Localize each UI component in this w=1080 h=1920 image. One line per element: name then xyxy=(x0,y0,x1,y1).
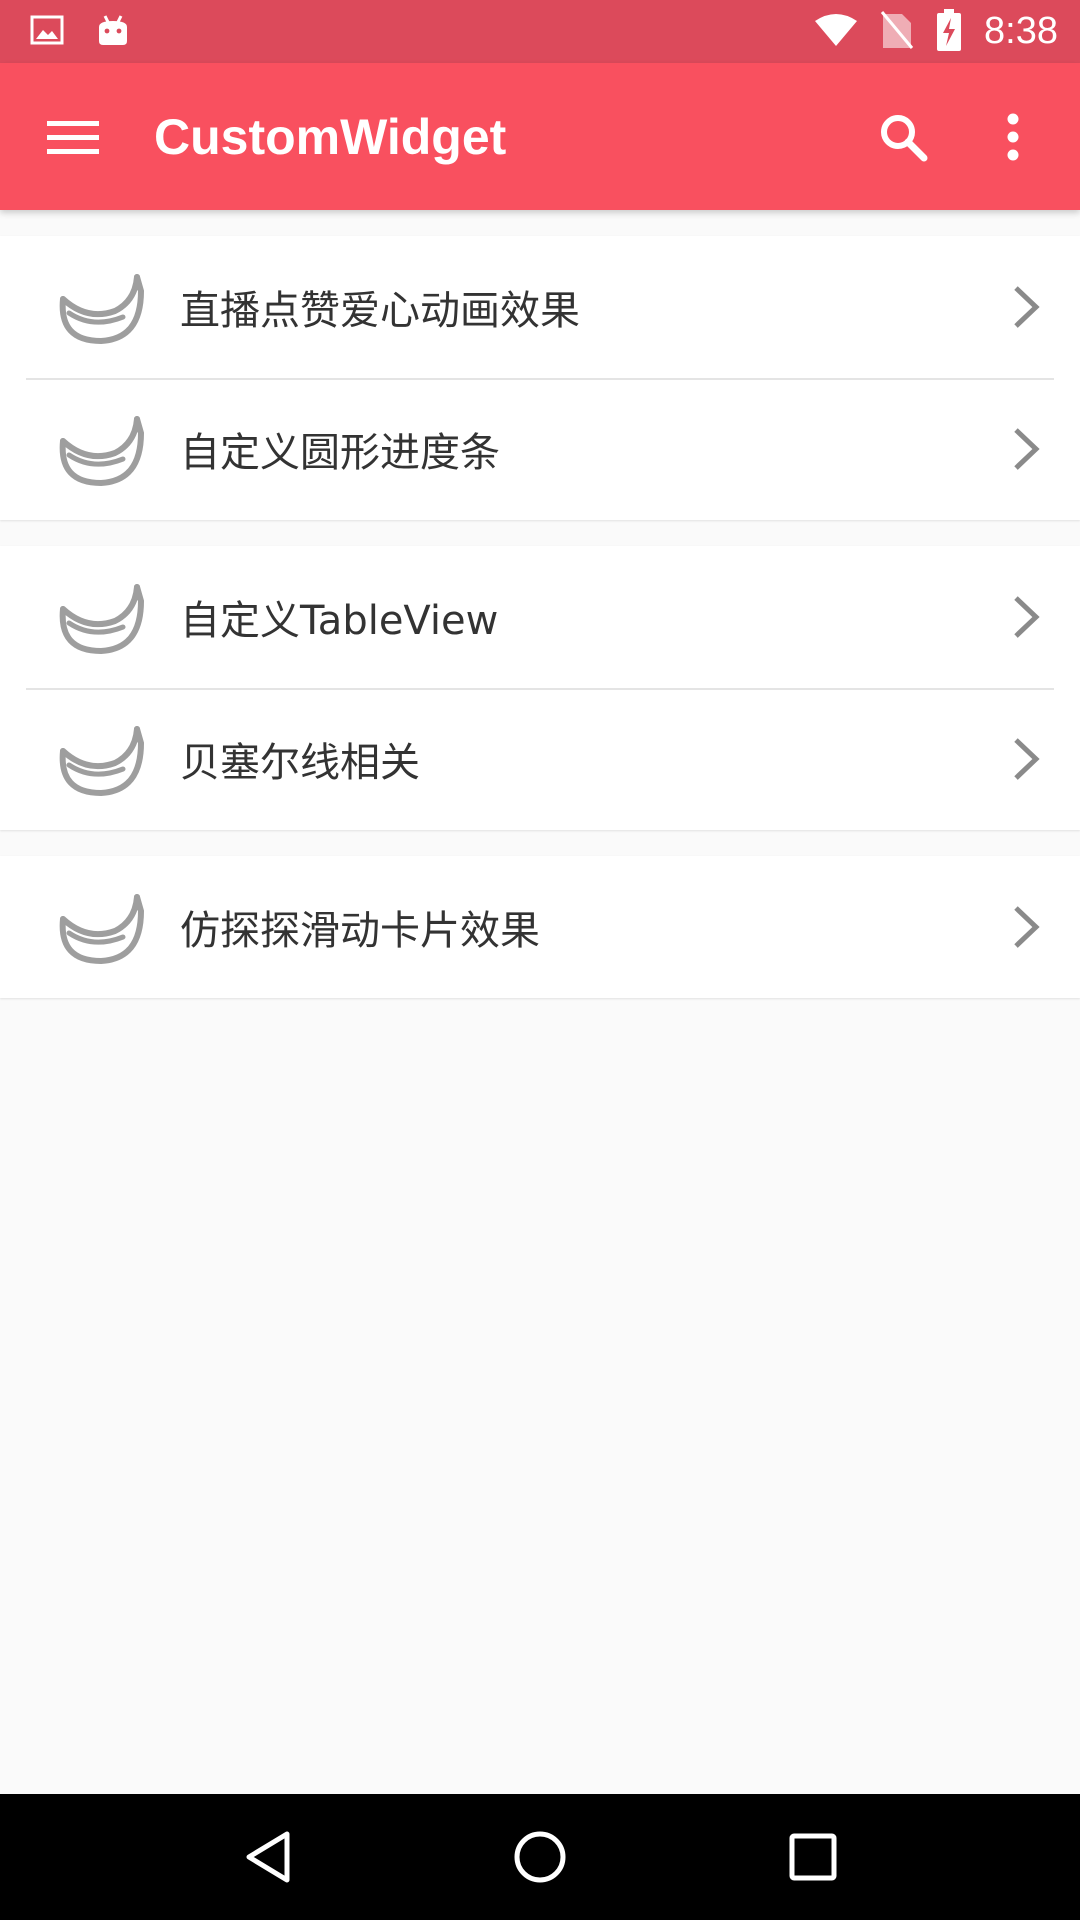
banana-icon xyxy=(52,572,152,662)
search-icon[interactable] xyxy=(848,82,958,192)
list-item[interactable]: 直播点赞爱心动画效果 xyxy=(0,236,1080,378)
list-item[interactable]: 自定义圆形进度条 xyxy=(0,378,1080,520)
list-item[interactable]: 自定义TableView xyxy=(0,546,1080,688)
chevron-right-icon xyxy=(1006,419,1046,479)
chevron-right-icon xyxy=(1006,587,1046,647)
no-sim-icon xyxy=(880,10,914,54)
list-group: 仿探探滑动卡片效果 xyxy=(0,856,1080,998)
list-item[interactable]: 贝塞尔线相关 xyxy=(0,688,1080,830)
chevron-right-icon xyxy=(1006,897,1046,957)
back-icon[interactable] xyxy=(207,1807,327,1907)
banana-icon xyxy=(52,882,152,972)
more-vert-icon[interactable] xyxy=(958,82,1068,192)
app-bar: CustomWidget xyxy=(0,63,1080,210)
list-group: 自定义TableView 贝塞尔线相关 xyxy=(0,546,1080,830)
list-group: 直播点赞爱心动画效果 自定义圆形进度条 xyxy=(0,236,1080,520)
list-item-label: 自定义TableView xyxy=(180,598,499,644)
list-item-label: 自定义圆形进度条 xyxy=(180,430,500,476)
list-item-label: 仿探探滑动卡片效果 xyxy=(180,908,540,954)
status-bar: 8:38 xyxy=(0,0,1080,63)
banana-icon xyxy=(52,714,152,804)
list-item[interactable]: 仿探探滑动卡片效果 xyxy=(0,856,1080,998)
widget-list: 直播点赞爱心动画效果 自定义圆形进度条 自定义TableView 贝塞尔线相关 … xyxy=(0,236,1080,1024)
app-title: CustomWidget xyxy=(154,108,507,165)
menu-icon[interactable] xyxy=(18,82,128,192)
banana-icon xyxy=(52,262,152,352)
clock: 8:38 xyxy=(984,10,1058,52)
home-icon[interactable] xyxy=(480,1807,600,1907)
banana-icon xyxy=(52,404,152,494)
recents-icon[interactable] xyxy=(753,1807,873,1907)
list-item-label: 贝塞尔线相关 xyxy=(180,740,420,786)
navigation-bar xyxy=(0,1794,1080,1920)
image-icon xyxy=(30,15,64,49)
battery-charging-icon xyxy=(936,8,962,55)
android-icon xyxy=(96,13,130,51)
list-item-label: 直播点赞爱心动画效果 xyxy=(180,288,580,334)
chevron-right-icon xyxy=(1006,277,1046,337)
chevron-right-icon xyxy=(1006,729,1046,789)
wifi-icon xyxy=(814,13,858,51)
